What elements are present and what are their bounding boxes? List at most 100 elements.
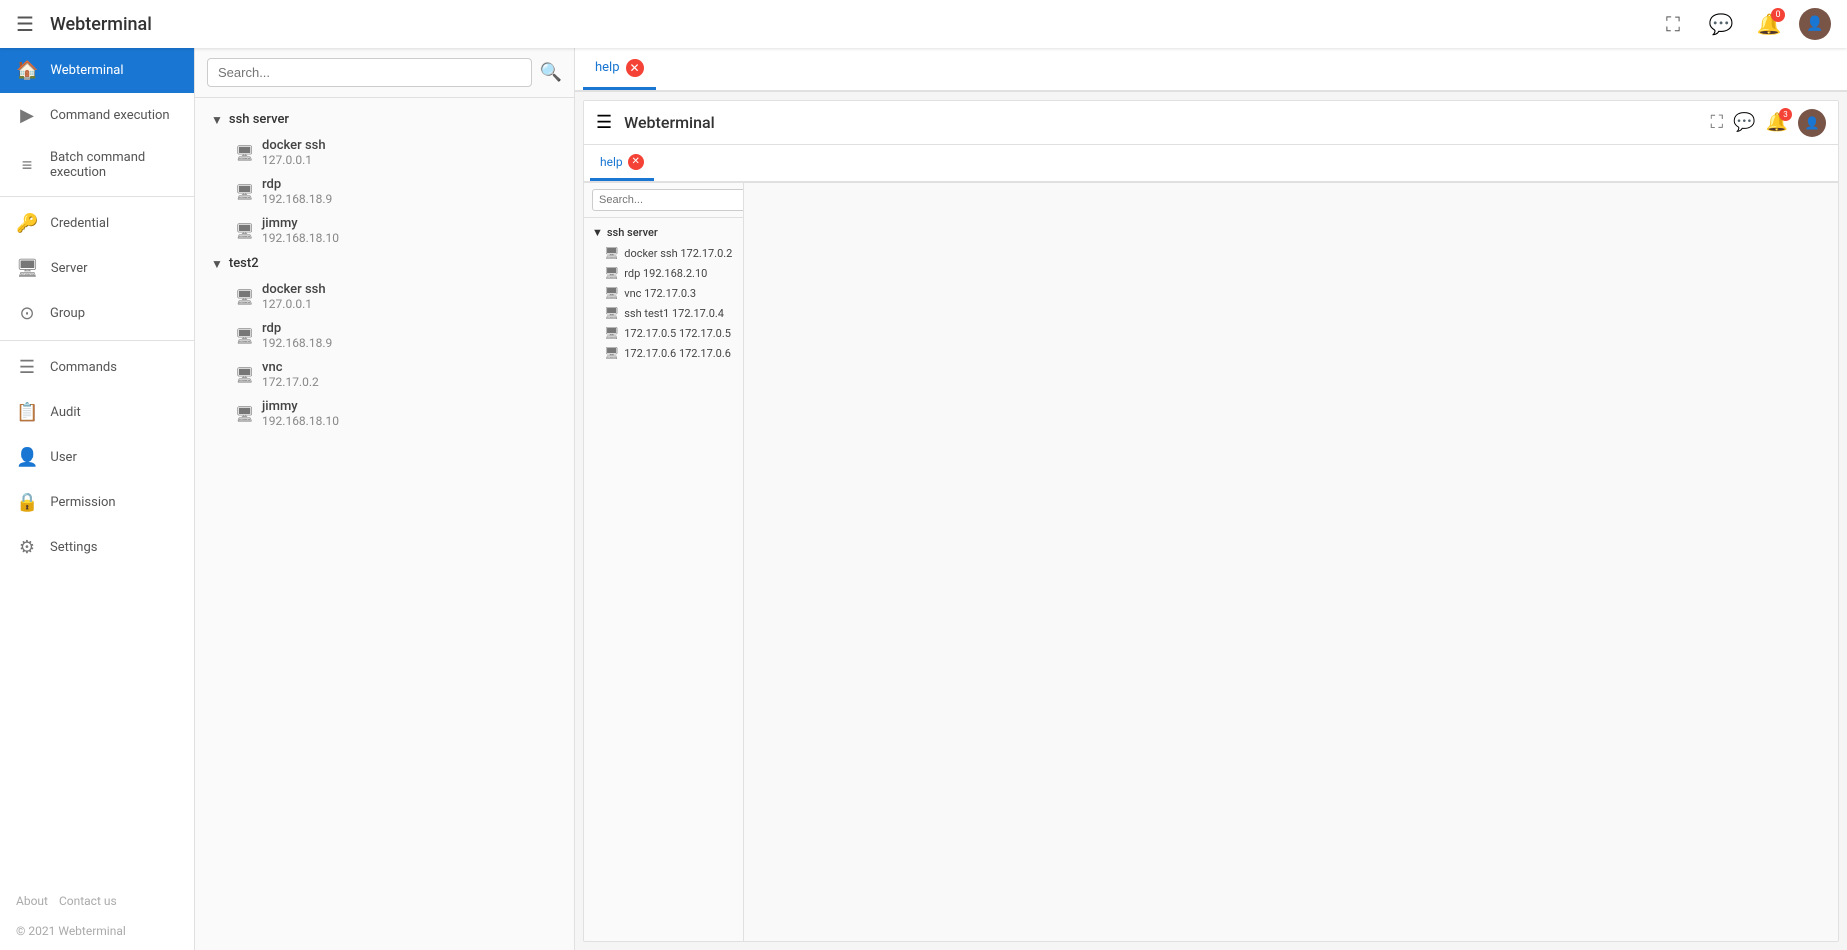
inner-tab-help-close[interactable]: ✕ [628, 154, 644, 170]
inner-notifications-btn[interactable]: 🔔 3 [1766, 112, 1788, 133]
sidebar-item-server[interactable]: 🖥 Server [0, 246, 194, 291]
inner-chat-icon: 💬 [1733, 112, 1755, 133]
app-title: Webterminal [50, 14, 1655, 35]
terminal-icon-7: 🖥 [235, 405, 254, 423]
inner-server-item-6[interactable]: 🖥 172.17.0.6 172.17.0.6 [584, 343, 743, 363]
inner-server-label-1: docker ssh 172.17.0.2 [624, 247, 732, 260]
contact-link[interactable]: Contact us [59, 894, 117, 908]
sidebar-item-settings[interactable]: ⚙ Settings [0, 525, 194, 570]
server-group-test2[interactable]: ▼ test2 [195, 250, 574, 277]
inner-server-icon-4: 🖥 [604, 306, 619, 320]
server-search-input[interactable] [207, 58, 532, 87]
sidebar-label-credential: Credential [50, 216, 109, 231]
divider-2 [0, 340, 194, 341]
server-search-button[interactable]: 🔍 [540, 62, 562, 83]
sidebar-label-settings: Settings [50, 540, 97, 555]
server-item-rdp-2[interactable]: 🖥 rdp 192.168.18.9 [195, 316, 574, 355]
collapse-arrow-ssh: ▼ [211, 113, 223, 127]
server-panel: 🔍 ▼ ssh server 🖥 docker ssh 127.0.0.1 🖥 … [195, 48, 575, 950]
sidebar-item-user[interactable]: 👤 User [0, 435, 194, 480]
sidebar-item-credential[interactable]: 🔑 Credential [0, 201, 194, 246]
inner-server-item-3[interactable]: 🖥 vnc 172.17.0.3 [584, 283, 743, 303]
terminal-icon-4: 🖥 [235, 288, 254, 306]
topbar-actions: ⛶ 💬 🔔 0 👤 [1655, 6, 1831, 42]
tab-help[interactable]: help ✕ [583, 48, 656, 90]
inner-window: ☰ Webterminal ⛶ 💬 🔔 3 👤 [583, 100, 1839, 942]
about-link[interactable]: About [16, 894, 48, 908]
server-group-ssh-server[interactable]: ▼ ssh server [195, 106, 574, 133]
server-item-docker-ssh-1[interactable]: 🖥 docker ssh 127.0.0.1 [195, 133, 574, 172]
terminal-icon-6: 🖥 [235, 366, 254, 384]
server-item-rdp-1[interactable]: 🖥 rdp 192.168.18.9 [195, 172, 574, 211]
server-tree: ▼ ssh server 🖥 docker ssh 127.0.0.1 🖥 rd… [195, 98, 574, 950]
server-item-docker-ssh-2[interactable]: 🖥 docker ssh 127.0.0.1 [195, 277, 574, 316]
notifications-badge: 0 [1771, 8, 1785, 22]
server-item-jimmy-1[interactable]: 🖥 jimmy 192.168.18.10 [195, 211, 574, 250]
permission-icon: 🔒 [16, 492, 38, 513]
inner-group-label-ssh: ssh server [607, 226, 658, 239]
sidebar-label-audit: Audit [50, 405, 80, 420]
terminal-icon-1: 🖥 [235, 144, 254, 162]
inner-topbar-actions: ⛶ 💬 🔔 3 👤 [1711, 109, 1826, 137]
server-search-bar: 🔍 [195, 48, 574, 98]
batch-command-icon: ≡ [16, 155, 38, 176]
collapse-arrow-test2: ▼ [211, 257, 223, 271]
chat-button[interactable]: 💬 [1703, 6, 1739, 42]
inner-server-item-2[interactable]: 🖥 rdp 192.168.2.10 [584, 263, 743, 283]
sidebar-item-group[interactable]: ⊙ Group [0, 291, 194, 336]
inner-server-label-4: ssh test1 172.17.0.4 [624, 307, 724, 320]
terminal-icon-5: 🖥 [235, 327, 254, 345]
main-layout: 🏠 Webterminal ▶ Command execution ≡ Batc… [0, 48, 1847, 950]
group-icon: ⊙ [16, 303, 38, 324]
fullscreen-button[interactable]: ⛶ [1655, 6, 1691, 42]
inner-avatar-icon: 👤 [1805, 116, 1820, 130]
inner-server-item-5[interactable]: 🖥 172.17.0.5 172.17.0.5 [584, 323, 743, 343]
inner-group-ssh-server[interactable]: ▼ ssh server [584, 222, 743, 243]
avatar-icon: 👤 [1806, 16, 1823, 32]
inner-avatar[interactable]: 👤 [1798, 109, 1826, 137]
copyright: © 2021 Webterminal [0, 920, 194, 950]
audit-icon: 📋 [16, 402, 38, 423]
terminal-icon-3: 🖥 [235, 222, 254, 240]
sidebar-home[interactable]: 🏠 Webterminal [0, 48, 194, 93]
inner-menu-icon[interactable]: ☰ [596, 112, 612, 133]
sidebar-item-batch-command-execution[interactable]: ≡ Batch command execution [0, 138, 194, 192]
search-icon: 🔍 [540, 62, 562, 83]
server-item-vnc-1[interactable]: 🖥 vnc 172.17.0.2 [195, 355, 574, 394]
inner-server-label-6: 172.17.0.6 172.17.0.6 [624, 347, 731, 360]
sidebar-nav: 🏠 Webterminal ▶ Command execution ≡ Batc… [0, 48, 195, 950]
sidebar-item-command-execution[interactable]: ▶ Command execution [0, 93, 194, 138]
inner-topbar: ☰ Webterminal ⛶ 💬 🔔 3 👤 [584, 101, 1838, 145]
commands-icon: ☰ [16, 357, 38, 378]
inner-server-item-1[interactable]: 🖥 docker ssh 172.17.0.2 [584, 243, 743, 263]
chat-icon: 💬 [1709, 12, 1734, 36]
inner-server-label-3: vnc 172.17.0.3 [624, 287, 696, 300]
inner-search-bar: 🔍 [584, 183, 743, 218]
terminal-icon-2: 🖥 [235, 183, 254, 201]
topbar: ☰ Webterminal ⛶ 💬 🔔 0 👤 [0, 0, 1847, 48]
inner-fullscreen-btn[interactable]: ⛶ [1711, 112, 1724, 133]
avatar[interactable]: 👤 [1799, 8, 1831, 40]
sidebar-item-commands[interactable]: ☰ Commands [0, 345, 194, 390]
inner-server-item-4[interactable]: 🖥 ssh test1 172.17.0.4 [584, 303, 743, 323]
menu-icon[interactable]: ☰ [16, 12, 34, 36]
tabs-bar: help ✕ [575, 48, 1847, 92]
tab-help-label: help [595, 60, 620, 75]
sidebar-item-audit[interactable]: 📋 Audit [0, 390, 194, 435]
server-item-jimmy-2[interactable]: 🖥 jimmy 192.168.18.10 [195, 394, 574, 433]
inner-chat-btn[interactable]: 💬 [1733, 112, 1755, 133]
sidebar-label-batch: Batch command execution [50, 150, 178, 180]
tab-help-close[interactable]: ✕ [626, 59, 644, 77]
home-icon: 🏠 [16, 60, 38, 81]
inner-search-input[interactable] [592, 189, 744, 211]
sidebar-label-user: User [50, 450, 76, 465]
credential-icon: 🔑 [16, 213, 38, 234]
notifications-button[interactable]: 🔔 0 [1751, 6, 1787, 42]
inner-server-icon-3: 🖥 [604, 286, 619, 300]
user-icon: 👤 [16, 447, 38, 468]
sidebar-item-permission[interactable]: 🔒 Permission [0, 480, 194, 525]
inner-content-main [744, 183, 1838, 941]
divider-1 [0, 196, 194, 197]
sidebar-label-command-execution: Command execution [50, 108, 170, 123]
inner-tab-help[interactable]: help ✕ [590, 145, 654, 181]
